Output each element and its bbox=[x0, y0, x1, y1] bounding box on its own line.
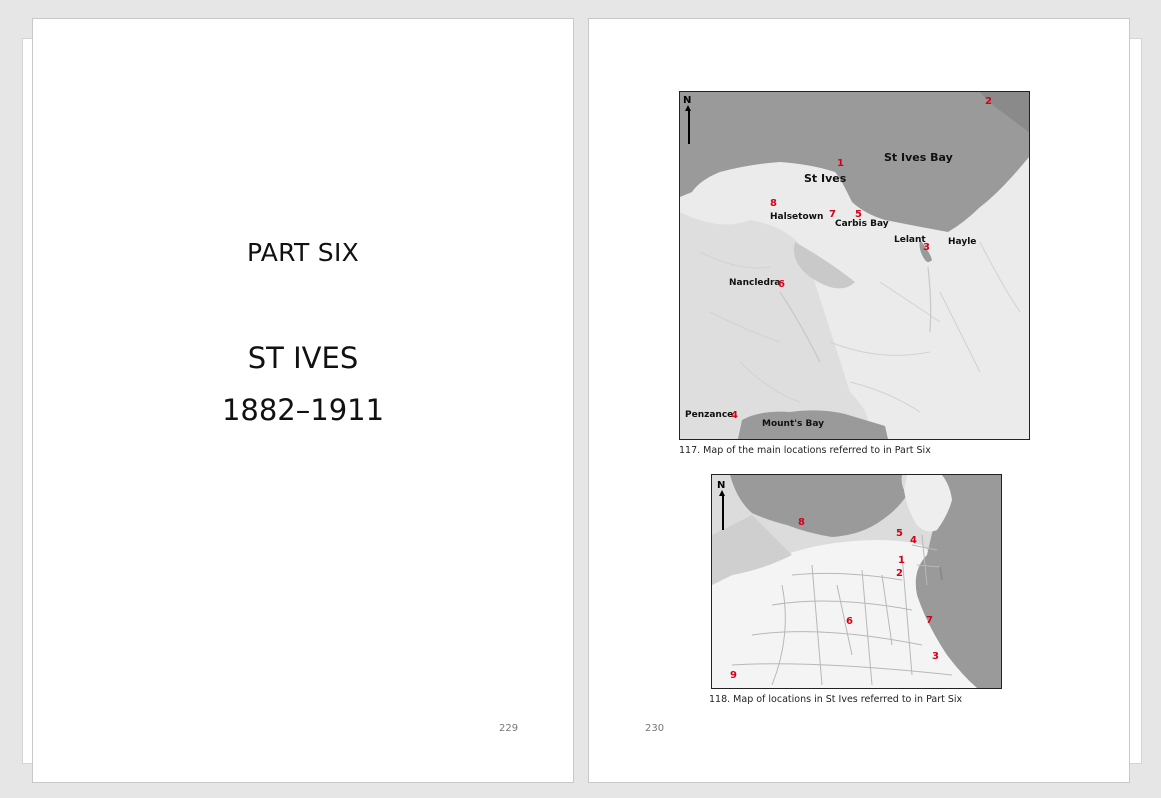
location-marker: 1 bbox=[837, 158, 844, 169]
page-number: 230 bbox=[645, 723, 665, 734]
left-page: PART SIX ST IVES 1882–1911 229 bbox=[32, 18, 574, 783]
place-label: Halsetown bbox=[770, 212, 824, 222]
place-label: Lelant bbox=[894, 235, 926, 245]
location-marker: 6 bbox=[778, 279, 785, 290]
place-label: Penzance bbox=[685, 410, 734, 420]
location-marker: 7 bbox=[926, 615, 933, 626]
part-title: PART SIX bbox=[246, 238, 360, 267]
page-number: 229 bbox=[499, 723, 519, 734]
place-label: Nancledra bbox=[729, 278, 781, 288]
location-marker: 6 bbox=[846, 616, 853, 627]
place-label: Mount's Bay bbox=[762, 419, 825, 429]
location-marker: 3 bbox=[923, 242, 930, 253]
location-marker: 3 bbox=[932, 651, 939, 662]
right-page: N St Ives Bay St Ives Halsetown Carbis B… bbox=[588, 18, 1130, 783]
location-marker: 2 bbox=[985, 96, 992, 107]
place-label: Hayle bbox=[948, 237, 977, 247]
location-marker: 5 bbox=[896, 528, 903, 539]
location-marker: 4 bbox=[910, 535, 917, 546]
place-label: Carbis Bay bbox=[835, 219, 889, 229]
map-caption: 118. Map of locations in St Ives referre… bbox=[709, 694, 963, 705]
north-arrow-icon bbox=[719, 490, 725, 530]
location-marker: 4 bbox=[731, 410, 738, 421]
place-label: St Ives bbox=[804, 172, 847, 185]
chapter-title: ST IVES bbox=[247, 341, 359, 375]
location-marker: 7 bbox=[829, 209, 836, 220]
regional-map-graphic bbox=[680, 92, 1029, 439]
town-map-graphic bbox=[712, 475, 1001, 688]
location-marker: 9 bbox=[730, 670, 737, 681]
north-arrow-icon bbox=[685, 105, 691, 144]
location-marker: 8 bbox=[770, 198, 777, 209]
regional-map: N St Ives Bay St Ives Halsetown Carbis B… bbox=[679, 91, 1030, 440]
map-caption: 117. Map of the main locations referred … bbox=[679, 445, 931, 456]
place-label: St Ives Bay bbox=[884, 151, 953, 164]
location-marker: 2 bbox=[896, 568, 903, 579]
town-map: N 1 2 3 4 5 6 7 8 9 bbox=[711, 474, 1002, 689]
chapter-dates: 1882–1911 bbox=[221, 393, 385, 427]
location-marker: 8 bbox=[798, 517, 805, 528]
location-marker: 5 bbox=[855, 209, 862, 220]
location-marker: 1 bbox=[898, 555, 905, 566]
